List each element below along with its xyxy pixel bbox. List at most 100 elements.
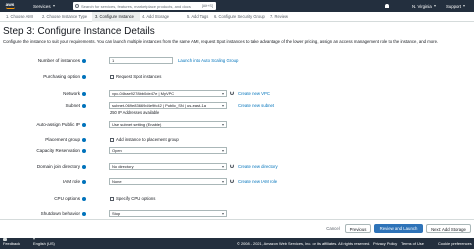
request-spot-checkbox[interactable] <box>110 75 114 79</box>
purchasing-option-label: Purchasing option <box>2 74 86 79</box>
tab-label: 1. Choose AMI <box>6 14 33 19</box>
label-text: Domain join directory <box>36 164 80 169</box>
refresh-icon[interactable] <box>230 91 234 95</box>
label-text: Network <box>63 91 80 96</box>
capacity-reservation-label: Capacity Reservation <box>2 148 86 153</box>
language-label: English (US) <box>33 241 55 246</box>
tab-label: 4. Add Storage <box>142 14 170 19</box>
page-description: Configure the instance to suit your requ… <box>3 39 439 44</box>
cancel-button[interactable]: Cancel <box>322 224 344 233</box>
info-icon[interactable] <box>82 148 86 153</box>
caret-down-icon <box>433 5 436 7</box>
feedback-label: Feedback <box>3 241 21 246</box>
services-menu[interactable]: Services <box>33 4 55 9</box>
info-icon[interactable] <box>82 58 86 63</box>
search-shortcut: [Alt+S] <box>201 4 213 8</box>
search-input[interactable]: Search for services, features, marketpla… <box>73 2 216 10</box>
refresh-icon[interactable] <box>230 179 234 183</box>
caret-down-icon <box>33 238 35 240</box>
domain-join-directory-label: Domain join directory <box>2 164 86 169</box>
notifications-button[interactable] <box>385 0 389 12</box>
chevron-down-icon <box>222 166 224 168</box>
tab-choose-instance-type[interactable]: 2. Choose Instance Type <box>42 12 98 22</box>
region-label: N. Virginia <box>412 3 432 9</box>
aws-logo-smile-icon <box>5 7 15 9</box>
support-menu[interactable]: Support <box>446 0 466 12</box>
shutdown-behavior-label: Shutdown behavior <box>2 211 86 216</box>
tab-review[interactable]: 7. Review <box>270 12 292 22</box>
review-and-launch-button[interactable]: Review and Launch <box>374 224 423 233</box>
info-icon[interactable] <box>82 91 86 96</box>
auto-assign-public-ip-label: Auto-assign Public IP <box>2 122 86 127</box>
info-icon[interactable] <box>82 211 86 216</box>
label-text: CPU options <box>54 196 80 201</box>
chevron-down-icon <box>222 150 224 152</box>
domain-join-directory-select[interactable]: No directory <box>109 163 227 170</box>
caret-down-icon <box>463 5 466 7</box>
placement-group-checkbox-label: Add instance to placement group <box>116 137 179 142</box>
info-icon[interactable] <box>82 103 86 108</box>
tab-label: 3. Configure Instance <box>95 14 134 19</box>
auto-assign-public-ip-select[interactable]: Use subnet setting (Enable) <box>109 121 227 128</box>
bell-icon <box>385 4 389 8</box>
search-icon <box>75 4 79 8</box>
create-subnet-link[interactable]: Create new subnet <box>238 103 274 108</box>
network-label: Network <box>2 91 86 96</box>
chevron-down-icon <box>222 105 224 107</box>
region-selector[interactable]: N. Virginia <box>412 0 436 12</box>
create-iam-role-link[interactable]: Create new IAM role <box>238 179 277 184</box>
info-icon[interactable] <box>82 179 86 184</box>
privacy-policy-link[interactable]: Privacy Policy <box>373 238 397 249</box>
info-icon[interactable] <box>82 74 86 79</box>
create-directory-link[interactable]: Create new directory <box>238 164 278 169</box>
label-text: Shutdown behavior <box>40 211 80 216</box>
label-text: Capacity Reservation <box>36 148 80 153</box>
tab-label: 7. Review <box>270 14 288 19</box>
capacity-reservation-select[interactable]: Open <box>109 147 227 154</box>
tab-configure-security-group[interactable]: 6. Configure Security Group <box>214 12 266 22</box>
shutdown-behavior-select[interactable]: Stop <box>109 210 227 217</box>
tab-choose-ami[interactable]: 1. Choose AMI <box>6 12 42 22</box>
footer: Feedback English (US) © 2008 - 2021, Ama… <box>0 238 474 249</box>
services-menu-label: Services <box>33 3 51 9</box>
page-title: Step 3: Configure Instance Details <box>3 26 155 37</box>
iam-role-select[interactable]: None <box>109 178 227 185</box>
cookie-preferences-link[interactable]: Cookie preferences <box>438 238 472 249</box>
next-add-storage-button[interactable]: Next: Add Storage <box>426 224 471 233</box>
tab-configure-instance[interactable]: 3. Configure Instance <box>92 12 140 22</box>
placement-group-checkbox[interactable] <box>110 138 114 142</box>
copyright-text: © 2008 - 2021, Amazon Web Services, Inc.… <box>237 241 371 246</box>
auto-scaling-group-link[interactable]: Launch into Auto Scaling Group <box>178 58 238 63</box>
specify-cpu-options-checkbox[interactable] <box>110 197 114 201</box>
placement-group-label: Placement group <box>2 137 86 142</box>
number-of-instances-input[interactable]: 1 <box>109 57 173 64</box>
aws-logo[interactable]: aws <box>3 0 17 12</box>
info-icon[interactable] <box>82 137 86 142</box>
chevron-down-icon <box>222 181 224 183</box>
chevron-down-icon <box>222 213 224 215</box>
subnet-select[interactable]: subnet-069e83669d4e9fc42 | Public_SN | u… <box>109 102 227 109</box>
tab-label: 2. Choose Instance Type <box>42 14 88 19</box>
create-vpc-link[interactable]: Create new VPC <box>238 91 270 96</box>
tab-label: 6. Configure Security Group <box>214 14 265 19</box>
info-icon[interactable] <box>82 122 86 127</box>
terms-of-use-link[interactable]: Terms of Use <box>401 238 424 249</box>
wizard-button-bar: Cancel Previous Review and Launch Next: … <box>0 219 474 237</box>
info-icon[interactable] <box>82 196 86 201</box>
tab-add-storage[interactable]: 4. Add Storage <box>142 12 174 22</box>
caret-down-icon <box>52 5 55 7</box>
refresh-icon[interactable] <box>230 164 234 168</box>
support-label: Support <box>446 3 462 9</box>
wizard-tabs: 1. Choose AMI 2. Choose Instance Type 3.… <box>0 12 474 22</box>
info-icon[interactable] <box>82 164 86 169</box>
network-select[interactable]: vpc-04bae9278bb0de47e | MyVPC <box>109 90 227 97</box>
chevron-down-icon <box>222 124 224 126</box>
tab-label: 5. Add Tags <box>187 14 209 19</box>
label-text: Purchasing option <box>43 74 80 79</box>
previous-button[interactable]: Previous <box>345 224 371 233</box>
subnet-label: Subnet <box>2 103 86 108</box>
tab-add-tags[interactable]: 5. Add Tags <box>187 12 215 22</box>
cpu-options-label: CPU options <box>2 196 86 201</box>
number-of-instances-label: Number of instances <box>2 58 86 63</box>
specify-cpu-options-label: Specify CPU options <box>116 196 156 201</box>
